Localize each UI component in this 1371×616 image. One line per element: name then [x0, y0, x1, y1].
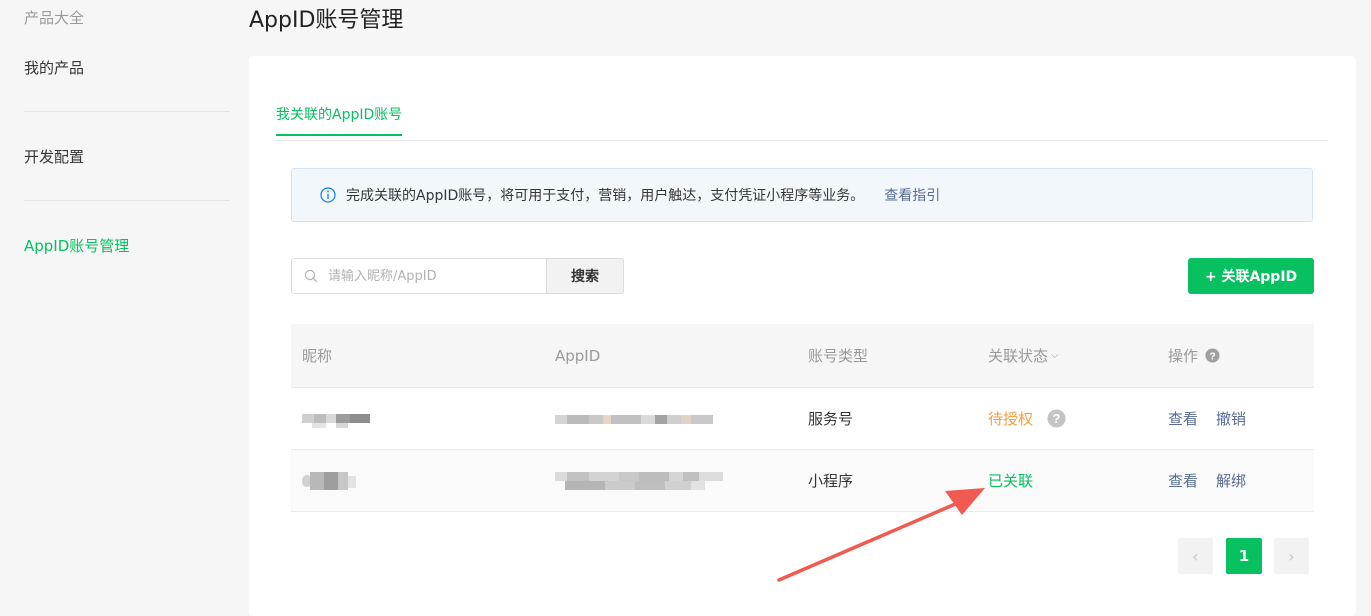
tab-bar: 我关联的AppID账号 — [276, 100, 1328, 141]
view-link[interactable]: 查看 — [1168, 470, 1198, 491]
header-nickname: 昵称 — [302, 347, 333, 365]
link-status: 已关联 — [988, 450, 1033, 511]
header-link-status-label: 关联状态 — [988, 347, 1049, 365]
view-guide-link[interactable]: 查看指引 — [884, 185, 940, 205]
header-link-status[interactable]: 关联状态 ⌵ — [988, 324, 1059, 387]
info-notice: 完成关联的AppID账号，将可用于支付，营销，用户触达，支付凭证小程序等业务。 … — [291, 168, 1313, 222]
link-appid-button[interactable]: + 关联AppID — [1188, 258, 1314, 294]
chevron-down-icon[interactable]: ⌵ — [1051, 350, 1059, 361]
sidebar: 产品大全 我的产品 开发配置 AppID账号管理 — [0, 0, 240, 605]
pagination-next-button[interactable]: › — [1274, 538, 1309, 574]
redacted-pixels — [302, 413, 370, 428]
search-input[interactable] — [326, 267, 540, 285]
help-icon[interactable]: ? — [1047, 409, 1066, 428]
tab-linked-appid-accounts[interactable]: 我关联的AppID账号 — [276, 104, 403, 136]
redacted-nickname-block — [302, 409, 372, 429]
sidebar-item-my-products[interactable]: 我的产品 — [24, 57, 84, 78]
notice-text: 完成关联的AppID账号，将可用于支付，营销，用户触达，支付凭证小程序等业务。 — [346, 188, 865, 204]
pagination-prev-button[interactable]: ‹ — [1178, 538, 1213, 574]
appid-redacted — [555, 388, 715, 449]
header-actions-label: 操作 — [1168, 347, 1199, 365]
table-row: 服务号 待授权 ? 查看 撤销 — [291, 388, 1314, 450]
status-badge: 待授权 — [988, 410, 1034, 428]
unbind-link[interactable]: 解绑 — [1216, 470, 1246, 491]
sidebar-divider — [24, 111, 230, 112]
table-header: 昵称 AppID 账号类型 关联状态 ⌵ 操作 ? — [291, 324, 1314, 388]
header-appid: AppID — [555, 346, 601, 365]
search-icon — [304, 269, 318, 283]
link-status: 待授权 ? — [988, 388, 1066, 449]
table-row: 小程序 已关联 查看 解绑 — [291, 450, 1314, 512]
appid-table: 昵称 AppID 账号类型 关联状态 ⌵ 操作 ? 服务号 待授权 ? 查看 撤… — [291, 324, 1314, 512]
appid-redacted — [555, 450, 725, 511]
nickname-redacted — [302, 450, 362, 511]
content-card: 我关联的AppID账号 完成关联的AppID账号，将可用于支付，营销，用户触达，… — [249, 56, 1356, 616]
svg-text:?: ? — [1053, 411, 1061, 426]
sidebar-item-dev-config[interactable]: 开发配置 — [24, 146, 84, 167]
account-type: 小程序 — [808, 472, 854, 490]
svg-text:?: ? — [1209, 351, 1215, 362]
header-actions: 操作 ? — [1168, 324, 1220, 387]
search-field — [292, 259, 547, 293]
account-type: 服务号 — [808, 410, 854, 428]
search-button[interactable]: 搜索 — [547, 259, 623, 293]
redacted-pixels — [302, 471, 356, 490]
sidebar-section-title: 产品大全 — [24, 9, 85, 27]
pagination-page-current[interactable]: 1 — [1226, 538, 1262, 574]
help-icon[interactable]: ? — [1205, 348, 1220, 363]
header-account-type: 账号类型 — [808, 347, 869, 365]
redacted-pixels — [555, 414, 713, 424]
status-badge: 已关联 — [988, 472, 1034, 490]
row-actions: 查看 解绑 — [1168, 450, 1264, 511]
search-bar: 搜索 — [291, 258, 624, 294]
nickname-redacted — [302, 388, 372, 449]
page-title: AppID账号管理 — [249, 8, 404, 33]
redacted-pixels — [555, 471, 723, 490]
sidebar-divider — [24, 200, 230, 201]
info-icon — [320, 187, 336, 203]
view-link[interactable]: 查看 — [1168, 408, 1198, 429]
revoke-link[interactable]: 撤销 — [1216, 408, 1246, 429]
row-actions: 查看 撤销 — [1168, 388, 1264, 449]
sidebar-item-appid-management[interactable]: AppID账号管理 — [24, 235, 129, 256]
